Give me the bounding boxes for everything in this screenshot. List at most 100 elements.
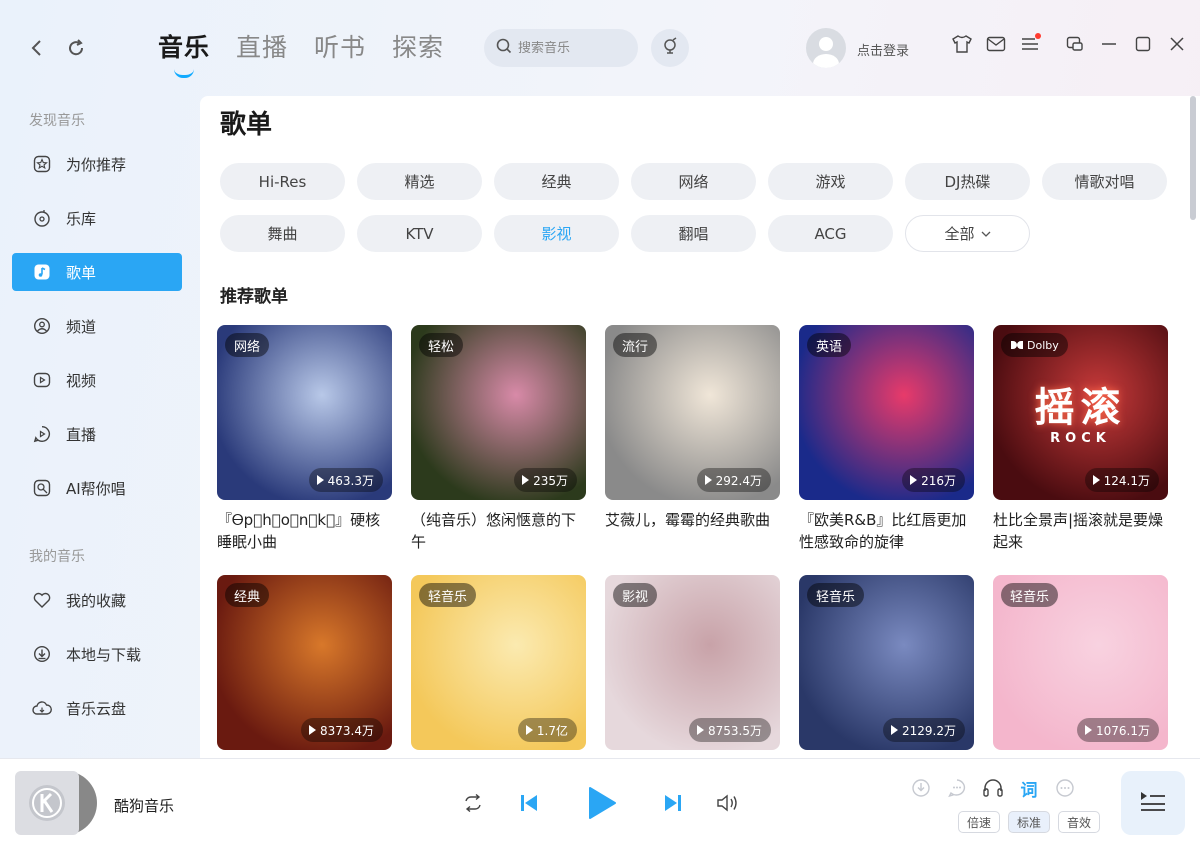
sidebar-item-recommend[interactable]: 为你推荐 xyxy=(12,145,182,183)
play-button[interactable] xyxy=(582,783,622,823)
minimize-icon[interactable] xyxy=(1098,32,1120,56)
playlist-cover[interactable]: 网络 463.3万 xyxy=(217,325,392,500)
sidebar-item-cloud-drive[interactable]: 音乐云盘 xyxy=(12,689,182,727)
tag-classic[interactable]: 经典 xyxy=(494,163,619,200)
tag-ktv[interactable]: KTV xyxy=(357,215,482,252)
playlist-cover[interactable]: 经典 8373.4万 xyxy=(217,575,392,750)
kugou-logo-icon xyxy=(15,771,79,835)
download-song-icon[interactable] xyxy=(908,775,934,801)
mini-mode-icon[interactable] xyxy=(1064,32,1086,56)
badge-label: 经典 xyxy=(234,589,261,605)
page-title: 歌单 xyxy=(220,110,273,140)
search-input[interactable] xyxy=(518,40,628,56)
tag-featured[interactable]: 精选 xyxy=(357,163,482,200)
login-link[interactable]: 点击登录 xyxy=(857,40,909,59)
category-tags: Hi-Res 精选 经典 网络 游戏 DJ热碟 情歌对唱 舞曲 KTV 影视 翻… xyxy=(220,163,1180,252)
sidebar-item-library[interactable]: 乐库 xyxy=(12,199,182,237)
sidebar-item-channels[interactable]: 频道 xyxy=(12,307,182,345)
play-count-value: 8753.5万 xyxy=(708,723,762,738)
tag-dj[interactable]: DJ热碟 xyxy=(905,163,1030,200)
tag-all-dropdown[interactable]: 全部 xyxy=(905,215,1030,252)
sidebar-item-label: 乐库 xyxy=(66,209,97,228)
playlist-title[interactable]: （纯音乐）悠闲惬意的下午 xyxy=(411,509,586,553)
playlist-cover[interactable]: 轻音乐 1076.1万 xyxy=(993,575,1168,750)
back-icon[interactable] xyxy=(22,34,50,62)
play-count: 216万 xyxy=(902,468,965,492)
play-queue-button[interactable] xyxy=(1121,771,1185,835)
previous-track-icon[interactable] xyxy=(516,791,542,815)
search-box[interactable] xyxy=(484,29,638,67)
playlist-grid: 网络 463.3万『Ꮎp⃣h⃣o⃣n⃣k⃣』硬核睡眠小曲 轻松 235万 （纯音乐）悠闲… xyxy=(217,325,1168,758)
maximize-icon[interactable] xyxy=(1132,32,1154,56)
volume-icon[interactable] xyxy=(714,791,742,815)
lyrics-button[interactable]: 词 xyxy=(1016,775,1042,801)
mail-icon[interactable] xyxy=(984,32,1008,56)
refresh-icon[interactable] xyxy=(62,34,90,62)
sidebar-item-local-download[interactable]: 本地与下载 xyxy=(12,635,182,673)
next-track-icon[interactable] xyxy=(660,791,686,815)
playlist-cover[interactable]: 轻音乐 1.7亿 xyxy=(411,575,586,750)
playlist-title[interactable]: 杜比全景声|摇滚就是要燥起来 xyxy=(993,509,1168,553)
category-badge: 影视 xyxy=(613,583,658,607)
playlist-card[interactable]: 网络 463.3万『Ꮎp⃣h⃣o⃣n⃣k⃣』硬核睡眠小曲 xyxy=(217,325,392,553)
playlist-cover[interactable]: 流行 292.4万 xyxy=(605,325,780,500)
playlist-card[interactable]: 轻松 235万 （纯音乐）悠闲惬意的下午 xyxy=(411,325,586,553)
tag-dance[interactable]: 舞曲 xyxy=(220,215,345,252)
playlist-title[interactable]: 『Ꮎp⃣h⃣o⃣n⃣k⃣』硬核睡眠小曲 xyxy=(217,509,392,553)
live-icon xyxy=(32,424,52,444)
scrollbar[interactable] xyxy=(1190,96,1196,220)
sidebar-item-ai-sing[interactable]: AI帮你唱 xyxy=(12,469,182,507)
tag-internet[interactable]: 网络 xyxy=(631,163,756,200)
tag-hi-res[interactable]: Hi-Res xyxy=(220,163,345,200)
speed-chip[interactable]: 倍速 xyxy=(958,811,1000,833)
quality-chip[interactable]: 标准 xyxy=(1008,811,1050,833)
playlist-card[interactable]: 轻音乐1.7亿一曲温柔纯音，聆听秋天的声音 xyxy=(411,575,586,758)
chevron-down-icon xyxy=(981,231,991,237)
playlist-cover[interactable]: 摇滚 ROCK Dolby 124.1万 xyxy=(993,325,1168,500)
tag-acg[interactable]: ACG xyxy=(768,215,893,252)
sidebar-item-label: 我的收藏 xyxy=(66,591,127,610)
loop-icon[interactable] xyxy=(460,791,486,815)
sidebar-item-live[interactable]: 直播 xyxy=(12,415,182,453)
sidebar-item-video[interactable]: 视频 xyxy=(12,361,182,399)
playlist-cover[interactable]: 轻音乐 2129.2万 xyxy=(799,575,974,750)
playlist-card[interactable]: 英语 216万『欧美R&B』比红唇更加性感致命的旋律 xyxy=(799,325,974,553)
tab-audiobook[interactable]: 听书 xyxy=(314,28,366,64)
voice-search-button[interactable] xyxy=(651,29,689,67)
playlist-card[interactable]: 摇滚 ROCK Dolby 124.1万杜比全景声|摇滚就是要燥起来 xyxy=(993,325,1168,553)
playlist-card[interactable]: 影视8753.5万小众古装剧，宝藏OST合集 xyxy=(605,575,780,758)
headphones-icon[interactable] xyxy=(980,775,1006,801)
tag-love-duet[interactable]: 情歌对唱 xyxy=(1042,163,1167,200)
play-icon xyxy=(1085,725,1092,735)
sidebar-item-favorites[interactable]: 我的收藏 xyxy=(12,581,182,619)
playlist-cover[interactable]: 轻松 235万 xyxy=(411,325,586,500)
tag-cover[interactable]: 翻唱 xyxy=(631,215,756,252)
comment-icon[interactable] xyxy=(944,775,970,801)
playlist-card[interactable]: 经典8373.4万那些值得珍藏的香港电影金曲 xyxy=(217,575,392,758)
sidebar-item-label: AI帮你唱 xyxy=(66,479,126,498)
playlist-card[interactable]: 轻音乐2129.2万打烊之后听歌，晚间静谧 xyxy=(799,575,974,758)
skin-shirt-icon[interactable] xyxy=(950,32,974,56)
close-icon[interactable] xyxy=(1166,32,1188,56)
badge-label: 轻音乐 xyxy=(1010,589,1050,605)
now-playing-cover[interactable] xyxy=(15,771,105,835)
tag-film-tv[interactable]: 影视 xyxy=(494,215,619,252)
tag-games[interactable]: 游戏 xyxy=(768,163,893,200)
playlist-title[interactable]: 『欧美R&B』比红唇更加性感致命的旋律 xyxy=(799,509,974,553)
more-icon[interactable] xyxy=(1052,775,1078,801)
sidebar-heading-discover: 发现音乐 xyxy=(29,113,85,129)
avatar[interactable] xyxy=(806,28,846,68)
sidebar-item-playlists[interactable]: 歌单 xyxy=(12,253,182,291)
tab-music[interactable]: 音乐 xyxy=(158,28,210,64)
playlist-cover[interactable]: 英语 216万 xyxy=(799,325,974,500)
playlist-title[interactable]: 艾薇儿，霉霉的经典歌曲 xyxy=(605,509,780,553)
play-count-value: 216万 xyxy=(921,473,956,488)
tab-live[interactable]: 直播 xyxy=(236,28,288,64)
sound-effect-chip[interactable]: 音效 xyxy=(1058,811,1100,833)
sidebar-item-label: 本地与下载 xyxy=(66,645,142,664)
tab-explore[interactable]: 探索 xyxy=(392,28,444,64)
playlist-cover[interactable]: 影视 8753.5万 xyxy=(605,575,780,750)
playlist-card[interactable]: 流行 292.4万艾薇儿，霉霉的经典歌曲 xyxy=(605,325,780,553)
menu-icon[interactable] xyxy=(1018,32,1042,56)
playlist-card[interactable]: 轻音乐1076.1万先唱播放机，工作随心听 xyxy=(993,575,1168,758)
